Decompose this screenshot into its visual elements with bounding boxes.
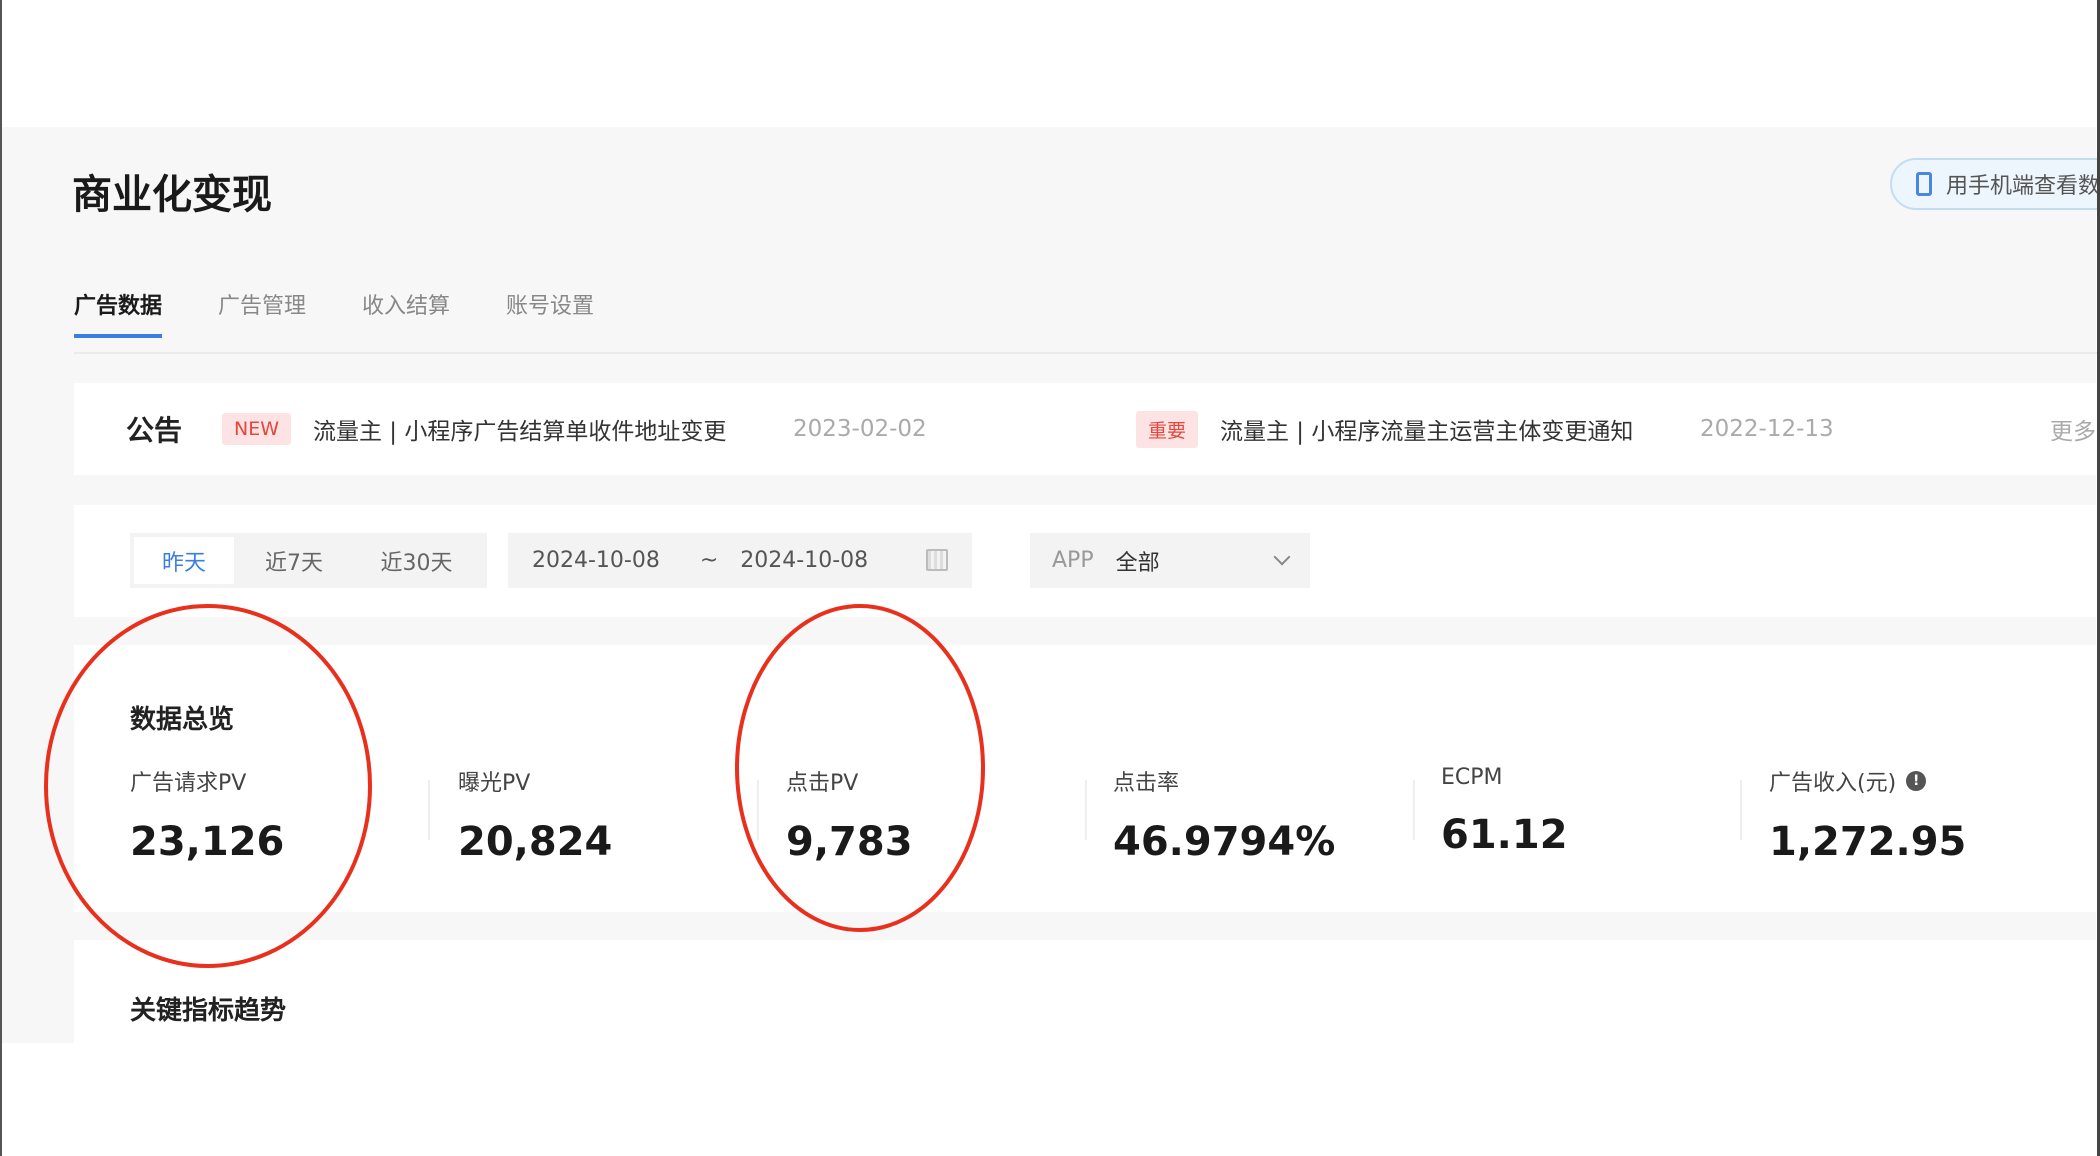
red-circle-annotation: [735, 604, 985, 932]
annotation-layer: [44, 604, 985, 968]
red-circle-annotation: [44, 604, 372, 968]
